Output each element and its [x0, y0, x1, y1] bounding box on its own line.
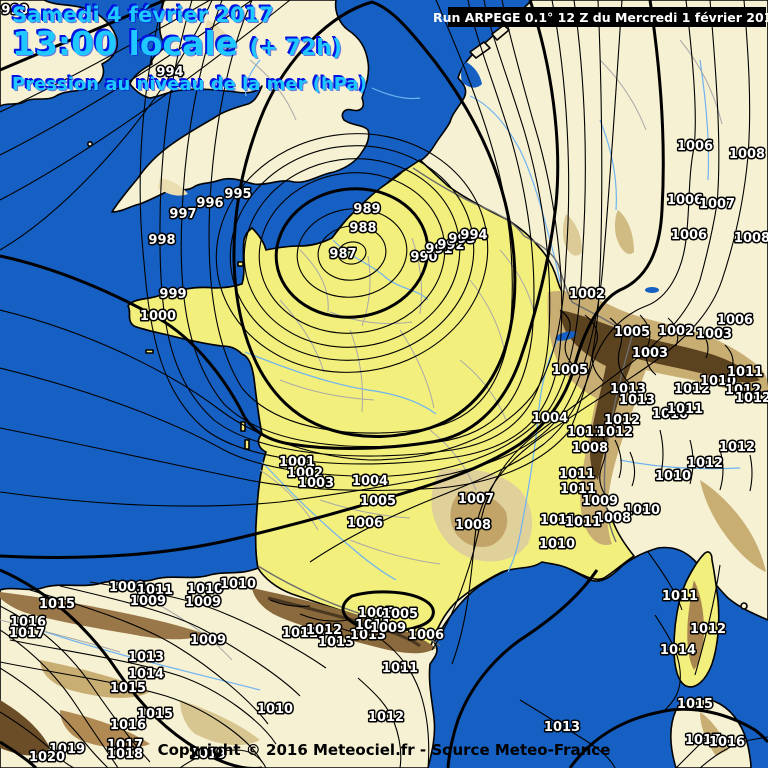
pressure-label: 1005	[614, 325, 650, 340]
pressure-label: 1008	[572, 441, 608, 456]
pressure-label: 1006	[717, 313, 753, 328]
pressure-label: 1012	[597, 425, 633, 440]
pressure-label: 1003	[298, 476, 334, 491]
pressure-label: 1005	[552, 363, 588, 378]
pressure-label: 1005	[360, 494, 396, 509]
pressure-label: 1015	[39, 597, 75, 612]
pressure-label: 987	[329, 247, 356, 262]
pressure-label: 996	[196, 196, 223, 211]
pressure-label: 1009	[582, 494, 618, 509]
pressure-label: 1016	[110, 718, 146, 733]
pressure-label: 1004	[532, 411, 568, 426]
pressure-label: 1006	[347, 516, 383, 531]
pressure-label: 1009	[185, 595, 221, 610]
pressure-label: 1013	[318, 635, 354, 650]
pressure-label: 1008	[455, 518, 491, 533]
pressure-label: 1009	[190, 633, 226, 648]
pressure-label: 1010	[539, 537, 575, 552]
pressure-label: 1008	[734, 231, 768, 246]
pressure-label: 1008	[729, 147, 765, 162]
pressure-label: 999	[159, 287, 186, 302]
pressure-label: 1009	[370, 621, 406, 636]
pressure-label: 1015	[110, 681, 146, 696]
pressure-label: 1007	[699, 197, 735, 212]
pressure-label: 997	[169, 207, 196, 222]
pressure-label: 1011	[662, 589, 698, 604]
forecast-time: 13:00 locale (+ 72h)	[12, 24, 343, 64]
pressure-label: 1011	[559, 467, 595, 482]
pressure-label: 1011	[382, 661, 418, 676]
pressure-label: 1012	[687, 456, 723, 471]
pressure-label: 1009	[130, 594, 166, 609]
forecast-offset: (+ 72h)	[249, 36, 343, 62]
pressure-label: 1010	[655, 469, 691, 484]
pressure-label: 995	[224, 187, 251, 202]
pressure-label: 988	[349, 221, 376, 236]
pressure-label: 1007	[458, 492, 494, 507]
pressure-label: 1004	[352, 474, 388, 489]
map-svg: 9909949959969979989991000987988989990991…	[0, 0, 768, 768]
pressure-label: 1010	[257, 702, 293, 717]
pressure-label: 1006	[677, 139, 713, 154]
pressure-label: 1011	[565, 515, 601, 530]
pressure-label: 1003	[696, 327, 732, 342]
pressure-label: 1002	[658, 324, 694, 339]
map-titles: Samedi 4 février 2017 13:00 locale (+ 72…	[12, 4, 367, 95]
forecast-date: Samedi 4 février 2017	[12, 3, 274, 27]
pressure-label: 1006	[671, 228, 707, 243]
pressure-label: 1011	[667, 402, 703, 417]
pressure-label: 1011	[727, 365, 763, 380]
pressure-label: 1013	[128, 650, 164, 665]
pressure-label: 1006	[408, 628, 444, 643]
pressure-label: 994	[460, 228, 487, 243]
map-subtitle: Pression au niveau de la mer (hPa)	[12, 73, 367, 95]
pressure-label: 1012	[690, 622, 726, 637]
pressure-label: 1012	[368, 710, 404, 725]
pressure-label: 1012	[735, 391, 768, 406]
pressure-label: 989	[353, 202, 380, 217]
run-info-box: Run ARPEGE 0.1° 12 Z du Mercredi 1 févri…	[433, 7, 768, 27]
pressure-label: 1003	[632, 346, 668, 361]
pressure-label: 1014	[128, 667, 164, 682]
pressure-label: 1013	[544, 720, 580, 735]
pressure-label: 1002	[569, 287, 605, 302]
pressure-label: 1010	[220, 577, 256, 592]
pressure-label: 1013	[619, 393, 655, 408]
weather-map: 990 994 995 996 997 998 999 1000 987 988 989 990 991…	[0, 0, 768, 768]
pressure-label: 1015	[677, 697, 713, 712]
pressure-label: 1006	[667, 193, 703, 208]
copyright-text: Copyright © 2016 Meteociel.fr - Source M…	[157, 741, 611, 759]
pressure-label: 1017	[9, 626, 45, 641]
pressure-label: 1014	[660, 643, 696, 658]
pressure-label: 1000	[140, 309, 176, 324]
pressure-label: 1012	[719, 440, 755, 455]
pressure-label: 998	[148, 233, 175, 248]
